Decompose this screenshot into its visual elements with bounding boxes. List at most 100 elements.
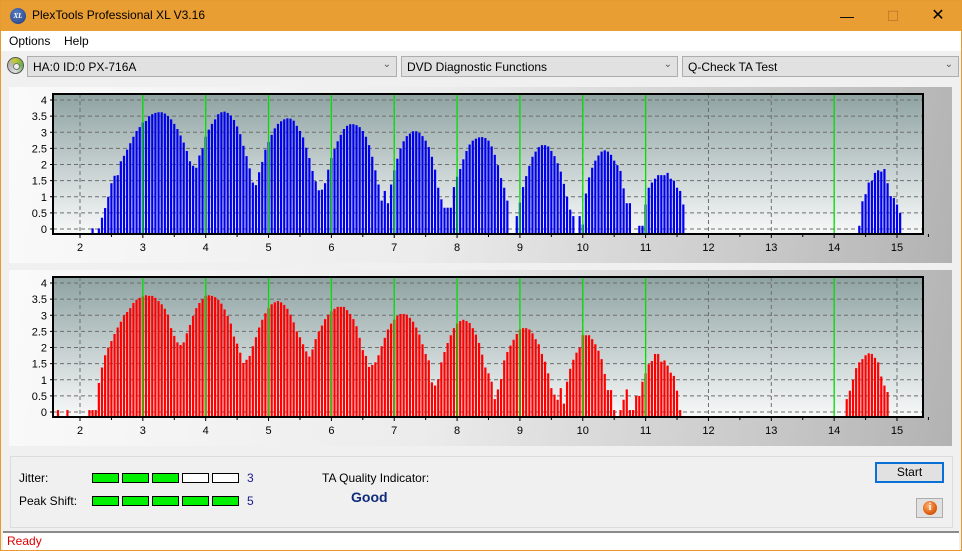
bar (892, 198, 895, 233)
bar (226, 112, 229, 233)
bar (628, 410, 632, 416)
bar (342, 129, 346, 233)
bar (477, 342, 481, 416)
bar (861, 201, 864, 233)
bar (173, 123, 176, 233)
bar (587, 335, 591, 416)
bar (113, 175, 116, 233)
bar (239, 352, 242, 416)
bar (214, 119, 217, 233)
y-tick-label: 3 (41, 127, 47, 139)
jitter-meter (92, 473, 242, 483)
jitter-meter-segment (182, 473, 209, 483)
bar (877, 362, 880, 416)
bar (631, 410, 635, 416)
y-tick-label: 0 (41, 407, 47, 419)
bar (245, 156, 248, 233)
top-chart-panel: 0 0.5 1 1.5 2 2.5 3 3.5 4 2 3 4 5 6 7 8 9 10 11 12 13 14 15 (9, 87, 952, 263)
bar (622, 188, 625, 233)
bar (166, 116, 170, 233)
bar (242, 362, 245, 416)
menu-options[interactable]: Options (9, 34, 50, 48)
bar (515, 333, 518, 416)
bar (185, 333, 188, 416)
bar (396, 158, 399, 233)
bar (861, 359, 864, 416)
bar (663, 175, 666, 233)
bar (653, 353, 657, 416)
x-tick-label: 5 (265, 425, 271, 437)
minimize-button[interactable]: — (824, 1, 870, 31)
bar (104, 208, 107, 233)
bar (305, 147, 308, 233)
function-group-select[interactable]: DVD Diagnostic Functions ⌄ (401, 56, 678, 77)
bar (236, 126, 239, 233)
bar (503, 187, 506, 233)
bar (481, 354, 484, 416)
function-group-value: DVD Diagnostic Functions (407, 60, 548, 74)
bar (170, 328, 173, 416)
bar (135, 130, 138, 233)
bar (336, 141, 339, 233)
bar (192, 165, 195, 233)
x-tick-label: 7 (391, 242, 397, 254)
jitter-meter-segment (212, 473, 239, 483)
bar (358, 337, 361, 416)
bar (672, 180, 675, 233)
bar (553, 394, 556, 416)
drive-select[interactable]: HA:0 ID:0 PX-716A ⌄ (27, 56, 397, 77)
peak-shift-value: 5 (247, 494, 254, 508)
bar (286, 308, 289, 416)
bar (506, 200, 509, 233)
bar (666, 172, 669, 233)
bar (110, 341, 113, 416)
bar (562, 183, 566, 233)
bar (499, 178, 503, 233)
bar (609, 154, 613, 233)
x-tick-label: 7 (391, 425, 397, 437)
results-panel (10, 456, 953, 528)
bar (613, 410, 616, 416)
bar (122, 155, 126, 233)
bar (223, 309, 226, 416)
bar (377, 355, 380, 416)
close-button[interactable]: ✕ (915, 1, 961, 31)
x-tick-label: 8 (454, 242, 460, 254)
bar (405, 314, 408, 416)
bar (550, 150, 553, 233)
menu-help[interactable]: Help (64, 34, 89, 48)
bar (867, 182, 870, 233)
bar (556, 163, 559, 233)
bar (572, 359, 575, 416)
bar (870, 180, 873, 233)
disc-drive-icon (7, 57, 24, 74)
bar (273, 302, 276, 416)
bar (496, 389, 500, 416)
bar (873, 357, 877, 416)
bar (679, 190, 682, 233)
top-chart: 0 0.5 1 1.5 2 2.5 3 3.5 4 2 3 4 5 6 7 8 9 10 11 12 13 14 15 (32, 93, 929, 254)
bar (292, 120, 295, 233)
bar (302, 137, 305, 233)
test-select[interactable]: Q-Check TA Test ⌄ (682, 56, 959, 77)
bar (446, 342, 449, 416)
x-tick-label: 2 (77, 425, 83, 437)
bar (565, 196, 569, 233)
bar (569, 209, 572, 233)
bar (100, 217, 104, 233)
bar (399, 148, 402, 233)
bar (877, 170, 880, 233)
info-button[interactable]: i (916, 498, 943, 518)
bar (182, 342, 185, 416)
bar (352, 124, 355, 233)
bar (317, 190, 320, 233)
bar (490, 381, 493, 416)
bar (578, 347, 581, 416)
bar (587, 177, 591, 233)
maximize-button[interactable]: ☐ (870, 1, 916, 31)
bar (873, 172, 877, 233)
bar (553, 156, 556, 233)
bar (462, 319, 465, 416)
bar (484, 138, 487, 233)
start-button[interactable]: Start (875, 462, 944, 483)
